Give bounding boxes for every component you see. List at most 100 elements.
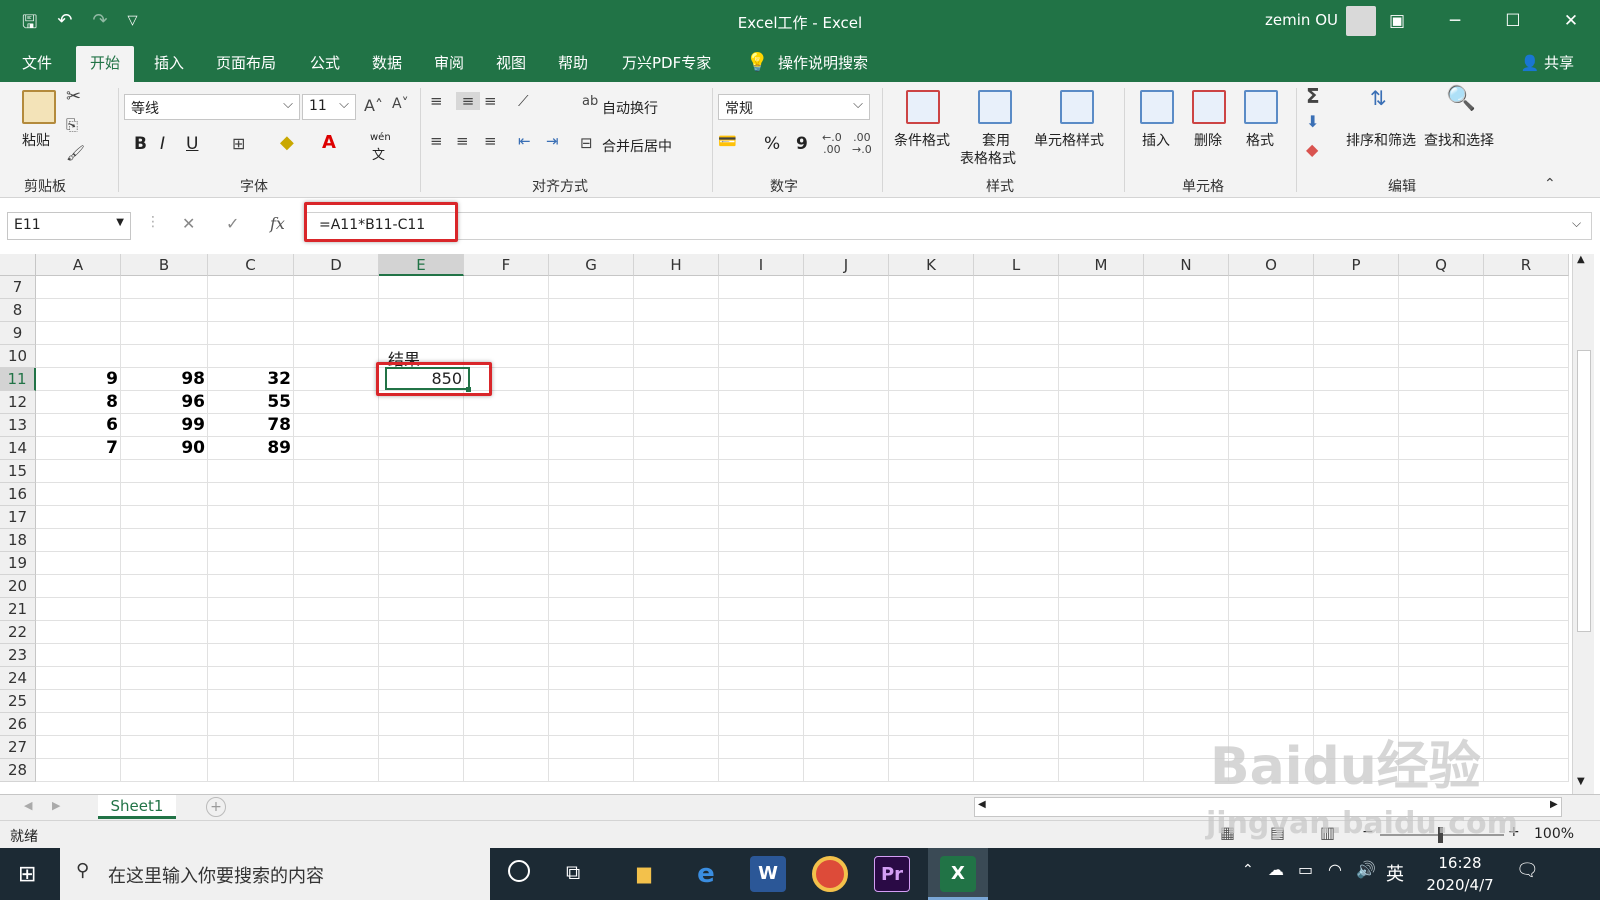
premiere-icon[interactable]: Pr bbox=[874, 856, 910, 892]
cell-b12[interactable]: 96 bbox=[121, 391, 208, 414]
tab-view[interactable]: 视图 bbox=[496, 52, 526, 73]
align-bottom-icon[interactable]: ≡ bbox=[484, 92, 497, 110]
cell-b13[interactable]: 99 bbox=[121, 414, 208, 437]
user-name[interactable]: zemin OU bbox=[1265, 11, 1338, 29]
sheet-next-icon[interactable]: ▶ bbox=[52, 799, 60, 812]
select-all-button[interactable] bbox=[0, 254, 36, 276]
task-view-icon[interactable]: ⧉ bbox=[566, 860, 580, 884]
format-painter-icon[interactable]: 🖌 bbox=[66, 144, 85, 162]
cortana-icon[interactable] bbox=[508, 860, 530, 882]
name-box[interactable]: E11 ▼ bbox=[7, 212, 131, 240]
volume-icon[interactable]: 🔊 bbox=[1356, 860, 1376, 879]
row-header-10[interactable]: 10 bbox=[0, 345, 36, 368]
merge-center-button[interactable]: 合并后居中 bbox=[602, 136, 672, 156]
row-header-7[interactable]: 7 bbox=[0, 276, 36, 299]
paste-icon[interactable] bbox=[22, 90, 56, 124]
conditional-format-icon[interactable] bbox=[906, 90, 940, 124]
tab-data[interactable]: 数据 bbox=[372, 52, 402, 73]
find-select-icon[interactable]: 🔍 bbox=[1446, 84, 1476, 112]
cancel-icon[interactable]: ✕ bbox=[182, 214, 195, 233]
column-header-l[interactable]: L bbox=[974, 254, 1059, 276]
row-header-25[interactable]: 25 bbox=[0, 690, 36, 713]
increase-font-icon[interactable]: A˄ bbox=[364, 96, 383, 115]
clear-icon[interactable]: ◆ bbox=[1306, 140, 1318, 159]
column-header-e[interactable]: E bbox=[379, 254, 464, 276]
borders-icon[interactable]: ⊞ bbox=[232, 134, 245, 153]
bold-button[interactable]: B bbox=[134, 134, 147, 154]
add-sheet-icon[interactable]: + bbox=[206, 797, 226, 817]
align-right-icon[interactable]: ≡ bbox=[484, 132, 497, 150]
row-header-12[interactable]: 12 bbox=[0, 391, 36, 414]
find-select-button[interactable]: 查找和选择 bbox=[1424, 130, 1494, 150]
sort-filter-button[interactable]: 排序和筛选 bbox=[1346, 130, 1416, 150]
row-header-22[interactable]: 22 bbox=[0, 621, 36, 644]
taskbar-search[interactable]: ⚲ 在这里输入你要搜索的内容 bbox=[60, 848, 490, 900]
decrease-decimal-icon[interactable]: .00 →.0 bbox=[852, 132, 872, 156]
percent-button[interactable]: % bbox=[764, 134, 780, 154]
row-header-15[interactable]: 15 bbox=[0, 460, 36, 483]
chrome-icon[interactable] bbox=[812, 856, 848, 892]
row-header-11[interactable]: 11 bbox=[0, 368, 36, 391]
currency-icon[interactable]: 💳 bbox=[718, 132, 737, 150]
share-button[interactable]: 👤 共享 bbox=[1521, 52, 1574, 73]
font-color-icon[interactable]: A bbox=[322, 132, 336, 153]
close-icon[interactable]: ✕ bbox=[1542, 0, 1600, 42]
column-header-o[interactable]: O bbox=[1229, 254, 1314, 276]
paste-button[interactable]: 粘贴 bbox=[22, 130, 50, 150]
row-header-14[interactable]: 14 bbox=[0, 437, 36, 460]
decrease-font-icon[interactable]: A˅ bbox=[392, 96, 409, 112]
format-as-table-button[interactable]: 表格格式 bbox=[960, 148, 1016, 168]
wrap-text-button[interactable]: 自动换行 bbox=[602, 98, 658, 118]
expand-formula-bar-icon[interactable]: ⌵ bbox=[1572, 216, 1581, 231]
cut-icon[interactable]: ✂ bbox=[66, 86, 81, 107]
column-header-f[interactable]: F bbox=[464, 254, 549, 276]
scroll-up-icon[interactable]: ▲ bbox=[1577, 254, 1585, 265]
insert-cells-icon[interactable] bbox=[1140, 90, 1174, 124]
format-as-table-icon[interactable] bbox=[978, 90, 1012, 124]
fill-down-icon[interactable]: ⬇ bbox=[1306, 112, 1319, 131]
ime-indicator[interactable]: 英 bbox=[1386, 860, 1404, 886]
row-header-20[interactable]: 20 bbox=[0, 575, 36, 598]
onedrive-icon[interactable]: ☁ bbox=[1268, 860, 1284, 879]
cell-a11[interactable]: 9 bbox=[36, 368, 121, 391]
number-format-select[interactable]: 常规 ⌵ bbox=[718, 94, 870, 120]
autosum-icon[interactable]: Σ bbox=[1306, 84, 1320, 108]
decrease-indent-icon[interactable]: ⇤ bbox=[518, 132, 531, 150]
row-header-26[interactable]: 26 bbox=[0, 713, 36, 736]
increase-indent-icon[interactable]: ⇥ bbox=[546, 132, 559, 150]
cell-styles-button[interactable]: 单元格样式 bbox=[1034, 130, 1104, 150]
collapse-ribbon-icon[interactable]: ⌃ bbox=[1544, 176, 1556, 192]
column-header-h[interactable]: H bbox=[634, 254, 719, 276]
row-header-13[interactable]: 13 bbox=[0, 414, 36, 437]
cell-c12[interactable]: 55 bbox=[208, 391, 294, 414]
spreadsheet-grid[interactable]: ABCDEFGHIJKLMNOPQR 7 8 9 10 11 12 13 14 15 16 17 18… bbox=[0, 254, 1572, 794]
tab-review[interactable]: 审阅 bbox=[434, 52, 464, 73]
column-header-m[interactable]: M bbox=[1059, 254, 1144, 276]
tell-me-search[interactable]: 操作说明搜索 bbox=[778, 52, 868, 73]
network-icon[interactable]: ◠ bbox=[1328, 860, 1342, 879]
insert-function-icon[interactable]: fx bbox=[270, 214, 285, 233]
row-header-16[interactable]: 16 bbox=[0, 483, 36, 506]
column-header-j[interactable]: J bbox=[804, 254, 889, 276]
tab-formulas[interactable]: 公式 bbox=[310, 52, 340, 73]
row-header-28[interactable]: 28 bbox=[0, 759, 36, 782]
delete-cells-button[interactable]: 删除 bbox=[1194, 130, 1222, 150]
sort-filter-icon[interactable]: ⇅ bbox=[1370, 86, 1387, 110]
sheet-tab-sheet1[interactable]: Sheet1 bbox=[98, 795, 176, 819]
comma-style-button[interactable]: 9 bbox=[796, 134, 808, 154]
notifications-icon[interactable]: 🗨 bbox=[1516, 860, 1539, 881]
delete-cells-icon[interactable] bbox=[1192, 90, 1226, 124]
row-header-23[interactable]: 23 bbox=[0, 644, 36, 667]
row-header-21[interactable]: 21 bbox=[0, 598, 36, 621]
zoom-level[interactable]: 100% bbox=[1534, 826, 1574, 842]
windows-start-icon[interactable]: ⊞ bbox=[18, 862, 36, 887]
excel-icon[interactable]: X bbox=[940, 856, 976, 892]
column-header-r[interactable]: R bbox=[1484, 254, 1569, 276]
align-top-icon[interactable]: ≡ bbox=[430, 92, 443, 110]
row-header-24[interactable]: 24 bbox=[0, 667, 36, 690]
show-hidden-icons-icon[interactable]: ⌃ bbox=[1242, 862, 1254, 878]
scroll-thumb[interactable] bbox=[1577, 350, 1591, 632]
scroll-left-icon[interactable]: ◀ bbox=[978, 799, 986, 810]
copy-icon[interactable]: ⎘ bbox=[66, 116, 78, 134]
column-header-q[interactable]: Q bbox=[1399, 254, 1484, 276]
